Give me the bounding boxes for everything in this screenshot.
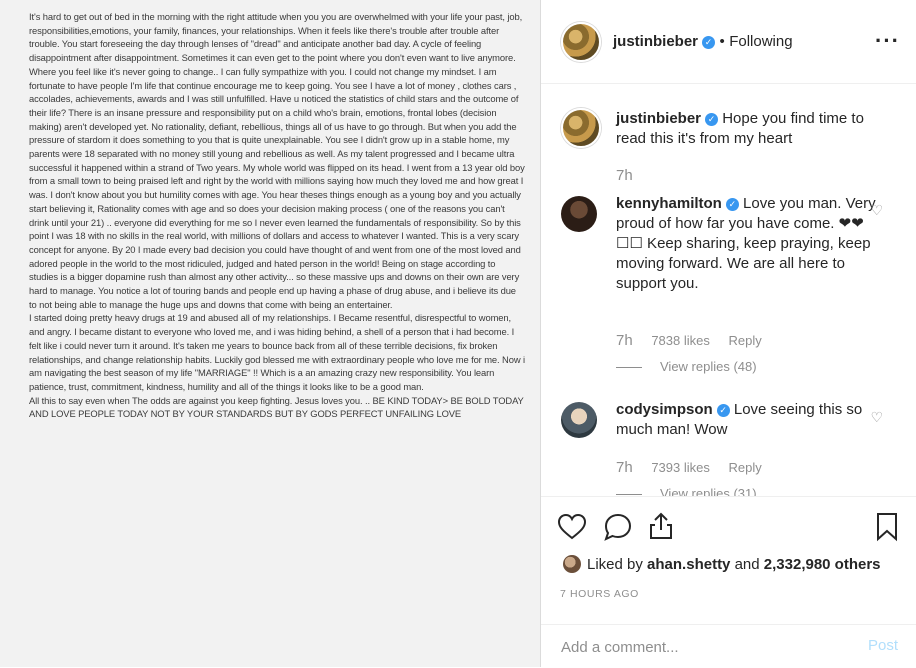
view-replies-label: View replies (31)	[660, 486, 757, 496]
author-line: justinbieber ✓ • Following	[613, 33, 793, 51]
comment-meta: 7h 7393 likes Reply	[616, 459, 762, 476]
liked-by: Liked by ahan.shetty and 2,332,980 other…	[563, 555, 881, 573]
caption-avatar[interactable]	[561, 108, 601, 148]
replies-divider	[616, 494, 642, 496]
liked-prefix: Liked by	[587, 556, 648, 573]
comment-avatar-codysimpson[interactable]	[561, 402, 597, 438]
reply-button[interactable]: Reply	[728, 333, 761, 348]
comment-likes[interactable]: 7393 likes	[651, 460, 710, 475]
post-image-text: It's hard to get out of bed in the morni…	[0, 0, 540, 421]
following-button[interactable]: Following	[729, 33, 792, 50]
comment-codysimpson: codysimpson ✓ Love seeing this so much ma…	[616, 400, 881, 440]
caption: justinbieber ✓ Hope you find time to read…	[616, 109, 886, 149]
caption-meta: 7h	[616, 167, 633, 184]
verified-icon: ✓	[716, 404, 730, 417]
author-avatar[interactable]	[561, 22, 601, 62]
view-replies-button[interactable]: View replies (31)	[616, 486, 757, 496]
post-paragraph-3: All this to say even when The odds are a…	[29, 394, 524, 420]
liker-username[interactable]: ahan.shetty	[647, 556, 730, 573]
comment-bubble-icon[interactable]	[603, 513, 633, 542]
post-timestamp[interactable]: 7 HOURS AGO	[560, 588, 639, 600]
post-image: It's hard to get out of bed in the morni…	[0, 0, 541, 667]
add-comment-input[interactable]	[559, 635, 843, 659]
like-comment-heart-icon[interactable]: ♡	[870, 202, 883, 219]
bookmark-icon[interactable]	[875, 512, 899, 542]
comment-likes[interactable]: 7838 likes	[651, 333, 710, 348]
add-comment-bar: Post	[541, 624, 916, 668]
comment-username[interactable]: kennyhamilton	[616, 195, 722, 212]
post-paragraph-2: I started doing pretty heavy drugs at 19…	[29, 312, 525, 392]
author-username[interactable]: justinbieber	[613, 33, 698, 50]
reply-button[interactable]: Reply	[728, 460, 761, 475]
post-paragraph-1: It's hard to get out of bed in the morni…	[29, 11, 525, 310]
post-header: justinbieber ✓ • Following ···	[541, 0, 916, 84]
comment-time: 7h	[616, 332, 633, 349]
verified-icon: ✓	[705, 113, 719, 126]
verified-icon: ✓	[702, 36, 716, 49]
post-sidebar: justinbieber ✓ • Following ··· justinbieb…	[541, 0, 916, 667]
comment-time: 7h	[616, 459, 633, 476]
caption-time: 7h	[616, 167, 633, 184]
likes-count[interactable]: 2,332,980 others	[764, 556, 881, 573]
caption-username[interactable]: justinbieber	[616, 110, 701, 127]
comment-kennyhamilton: kennyhamilton ✓ Love you man. Very proud …	[616, 194, 881, 294]
comment-avatar-kennyhamilton[interactable]	[561, 196, 597, 232]
replies-divider	[616, 367, 642, 369]
verified-icon: ✓	[725, 198, 739, 211]
view-replies-label: View replies (48)	[660, 359, 757, 374]
liker-avatar[interactable]	[563, 555, 581, 573]
like-heart-icon[interactable]	[557, 513, 587, 541]
comment-meta: 7h 7838 likes Reply	[616, 332, 762, 349]
more-horizontal-icon[interactable]: ···	[875, 30, 900, 52]
view-replies-button[interactable]: View replies (48)	[616, 359, 757, 374]
comments-list[interactable]: justinbieber ✓ Hope you find time to read…	[541, 84, 916, 496]
share-icon[interactable]	[647, 511, 675, 541]
like-comment-heart-icon[interactable]: ♡	[870, 409, 883, 426]
liked-middle: and	[730, 556, 764, 573]
follow-separator: •	[719, 33, 725, 50]
post-comment-button[interactable]: Post	[868, 637, 898, 654]
post-actions: Liked by ahan.shetty and 2,332,980 other…	[541, 496, 916, 667]
comment-username[interactable]: codysimpson	[616, 401, 713, 418]
